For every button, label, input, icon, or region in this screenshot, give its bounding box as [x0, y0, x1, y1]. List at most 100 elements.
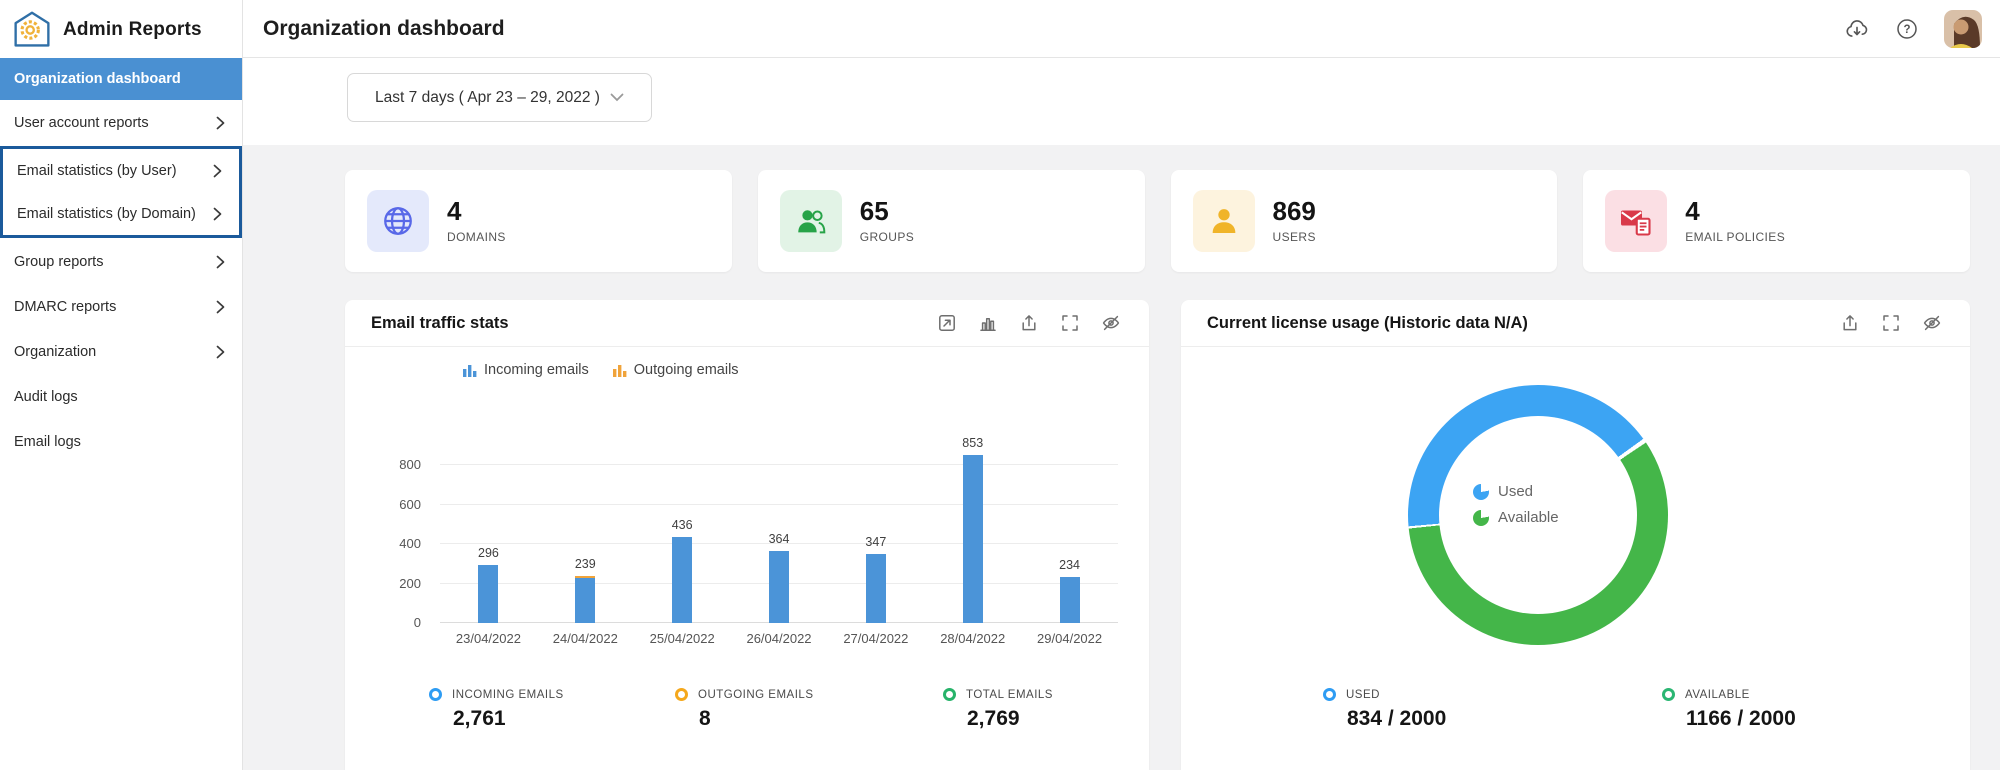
stat-value: 1166 / 2000 — [1686, 707, 1796, 730]
bar-slot: 853 — [924, 436, 1021, 623]
sidebar-item-email-statistics-by-user[interactable]: Email statistics (by User) — [3, 149, 239, 192]
sidebar-item-label: Email statistics (by User) — [17, 162, 177, 179]
chevron-right-icon — [216, 345, 225, 359]
license-usage-card: Current license usage (Historic data N/A… — [1181, 300, 1970, 770]
export-icon[interactable] — [1840, 313, 1860, 333]
summary-label: USERS — [1272, 230, 1316, 245]
bar-25-04-2022 — [672, 537, 693, 623]
sidebar-item-group-reports[interactable]: Group reports — [0, 239, 242, 284]
hide-icon[interactable] — [1922, 313, 1942, 333]
sidebar: Admin Reports Organization dashboard User… — [0, 0, 243, 770]
license-legend-available[interactable]: Available — [1473, 509, 1559, 526]
legend-label: Available — [1498, 509, 1559, 526]
stat-value: 2,769 — [967, 707, 1020, 730]
sidebar-item-label: Email logs — [14, 433, 81, 450]
sidebar-item-label: Audit logs — [14, 388, 78, 405]
fullscreen-icon[interactable] — [1060, 313, 1080, 333]
summary-value: 869 — [1272, 195, 1316, 226]
hide-icon[interactable] — [1101, 313, 1121, 333]
mini-bars-icon — [463, 363, 477, 377]
cloud-download-icon[interactable] — [1844, 16, 1870, 42]
legend-label: Outgoing emails — [633, 362, 739, 378]
y-tick-label: 800 — [399, 457, 421, 472]
bar-slot: 296 — [440, 465, 537, 623]
y-tick-label: 600 — [399, 496, 421, 512]
bar-24-04-2022 — [575, 576, 596, 623]
fullscreen-icon[interactable] — [1881, 313, 1901, 333]
y-tick-label: 0 — [413, 615, 421, 630]
bar-segment-incoming — [865, 554, 886, 623]
sidebar-item-user-account-reports[interactable]: User account reports — [0, 100, 242, 145]
sidebar-item-dmarc-reports[interactable]: DMARC reports — [0, 284, 242, 329]
summary-value: 65 — [859, 195, 889, 226]
groups-icon — [779, 190, 842, 252]
help-icon[interactable]: ? — [1895, 17, 1919, 41]
license-legend-used[interactable]: Used — [1473, 483, 1559, 500]
email-traffic-card: Email traffic stats Incoming emails Outgo… — [345, 300, 1149, 770]
sidebar-item-organization-dashboard[interactable]: Organization dashboard — [0, 58, 242, 100]
bar-value-label: 436 — [671, 518, 693, 532]
email-traffic-card-title: Email traffic stats — [371, 313, 509, 332]
stat-label: INCOMING EMAILS — [452, 688, 564, 701]
legend-item-outgoing-emails[interactable]: Outgoing emails — [612, 362, 739, 378]
chevron-right-icon — [216, 255, 225, 269]
stat-value: 8 — [699, 707, 711, 730]
stat-incoming-emails: INCOMING EMAILS 2,761 — [429, 688, 564, 731]
summary-value: 4 — [447, 195, 462, 226]
globe-icon — [367, 190, 429, 252]
stat-label: USED — [1346, 688, 1380, 701]
bar-value-label: 239 — [574, 557, 596, 571]
summary-card-groups: 65 GROUPS — [757, 170, 1145, 272]
date-range-label: Last 7 days ( Apr 23 – 29, 2022 ) — [375, 88, 600, 106]
user-avatar[interactable] — [1944, 9, 1982, 48]
bar-26-04-2022 — [769, 551, 789, 623]
bar-segment-incoming — [769, 551, 789, 623]
bar-segment-incoming — [1059, 577, 1080, 623]
bar-28-04-2022 — [962, 455, 983, 623]
stat-value: 834 / 2000 — [1347, 707, 1447, 730]
x-tick-label: 26/04/2022 — [746, 631, 812, 646]
bar-value-label: 347 — [865, 535, 887, 549]
bar-value-label: 853 — [962, 436, 984, 450]
sidebar-item-organization[interactable]: Organization — [0, 329, 242, 374]
email-traffic-toolbar — [937, 313, 1121, 333]
sidebar-item-label: Group reports — [14, 253, 104, 270]
sidebar-item-audit-logs[interactable]: Audit logs — [0, 374, 242, 419]
chart-type-icon[interactable] — [978, 313, 998, 333]
ring-dot-icon — [1323, 688, 1336, 701]
email-traffic-card-header: Email traffic stats — [345, 300, 1149, 347]
sidebar-item-email-statistics-by-domain[interactable]: Email statistics (by Domain) — [3, 192, 239, 235]
open-in-new-icon[interactable] — [937, 313, 957, 333]
x-tick-label: 27/04/2022 — [843, 631, 909, 646]
mini-bars-icon — [612, 363, 627, 377]
x-tick-label: 29/04/2022 — [1037, 631, 1103, 646]
license-card-header: Current license usage (Historic data N/A… — [1181, 300, 1970, 347]
bar-23-04-2022 — [478, 565, 499, 623]
app-title: Admin Reports — [63, 19, 202, 40]
date-range-select[interactable]: Last 7 days ( Apr 23 – 29, 2022 ) — [347, 73, 652, 122]
app-logo-icon — [12, 10, 52, 50]
sidebar-item-label: Organization — [14, 343, 97, 360]
sidebar-item-email-logs[interactable]: Email logs — [0, 419, 242, 464]
ring-dot-icon — [1662, 688, 1675, 701]
stat-label: TOTAL EMAILS — [966, 688, 1053, 701]
stat-value: 2,761 — [453, 707, 506, 730]
bar-segment-incoming — [962, 455, 983, 623]
legend-item-incoming-emails[interactable]: Incoming emails — [463, 362, 589, 378]
summary-cards-row: 4 DOMAINS 65 GROUPS 869 USERS 4 EMAIL PO… — [345, 170, 1970, 272]
bar-27-04-2022 — [865, 554, 886, 623]
sidebar-item-label: DMARC reports — [14, 298, 117, 315]
y-axis-ticks: 0 200 400 600 800 — [383, 457, 431, 630]
charts-row: Email traffic stats Incoming emails Outgo… — [345, 300, 1970, 770]
license-legend: Used Available — [1473, 483, 1559, 535]
legend-label: Used — [1498, 483, 1534, 500]
ring-dot-icon — [429, 688, 442, 701]
sidebar-nav: Organization dashboard User account repor… — [0, 58, 242, 464]
chevron-right-icon — [216, 300, 225, 314]
bar-29-04-2022 — [1059, 577, 1080, 623]
app-logo-row: Admin Reports — [0, 0, 242, 58]
bar-segment-incoming — [575, 578, 596, 623]
export-icon[interactable] — [1019, 313, 1039, 333]
stat-label: AVAILABLE — [1685, 688, 1750, 701]
bar-segment-incoming — [478, 565, 499, 623]
